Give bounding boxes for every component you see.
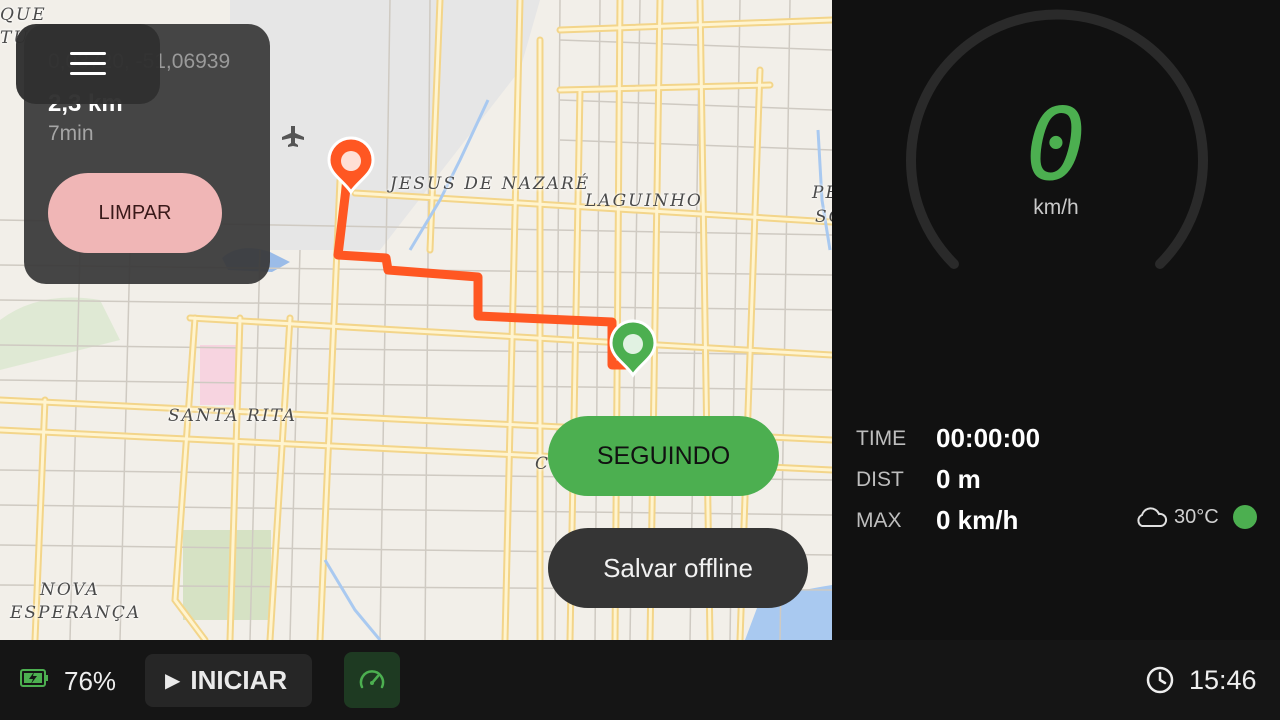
dashboard-panel: 0 km/h TIME 00:00:00 DIST 0 m MAX 0 km/h… [832, 0, 1280, 640]
start-button-label: INICIAR [190, 665, 288, 695]
map-label-laguinho: LAGUINHO [585, 191, 703, 211]
clear-route-button[interactable]: LIMPAR [48, 173, 222, 253]
weather-temperature: 30°C [1174, 505, 1219, 528]
map-label-santa-rita: SANTA RITA [168, 406, 298, 426]
weather-widget: 30°C [1134, 505, 1257, 529]
map-label-jesus-de-nazare: JESUS DE NAZARÉ [390, 174, 591, 194]
start-button[interactable]: ▶ INICIAR [145, 654, 312, 707]
time-label: TIME [856, 427, 907, 450]
route-duration: 7min [48, 122, 94, 145]
distance-label: DIST [856, 468, 904, 491]
map-label-que: QUE [0, 5, 47, 25]
clock-icon [1146, 666, 1174, 694]
map-label-esperanca: ESPERANÇA [10, 603, 142, 623]
clock-time: 15:46 [1189, 665, 1257, 695]
map-view[interactable]: JESUS DE NAZARÉ LAGUINHO SANTA RITA NOVA… [0, 0, 832, 640]
map-label-pe: PE [812, 183, 832, 203]
following-button[interactable]: SEGUINDO [548, 416, 779, 496]
cloud-icon [1137, 507, 1168, 527]
time-value: 00:00:00 [936, 423, 1041, 453]
map-label-nova: NOVA [40, 580, 100, 600]
map-label-so: SO [815, 207, 832, 227]
speedometer-icon [359, 670, 385, 689]
speedometer-button[interactable] [344, 652, 400, 708]
speed-value: 0 [1025, 86, 1087, 203]
menu-button[interactable] [16, 24, 160, 104]
distance-value: 0 m [936, 464, 981, 494]
battery-percentage: 76% [64, 666, 117, 696]
weather-status-indicator [1232, 505, 1257, 529]
bottom-bar: 76% ▶ INICIAR 15:46 [0, 640, 1280, 720]
play-icon: ▶ [165, 670, 181, 692]
speed-unit: km/h [1033, 196, 1079, 219]
battery-charging-icon [20, 669, 48, 687]
max-speed-value: 0 km/h [936, 505, 1019, 535]
app-root: JESUS DE NAZARÉ LAGUINHO SANTA RITA NOVA… [0, 0, 1280, 720]
max-speed-label: MAX [856, 509, 902, 532]
save-offline-button[interactable]: Salvar offline [548, 528, 808, 608]
